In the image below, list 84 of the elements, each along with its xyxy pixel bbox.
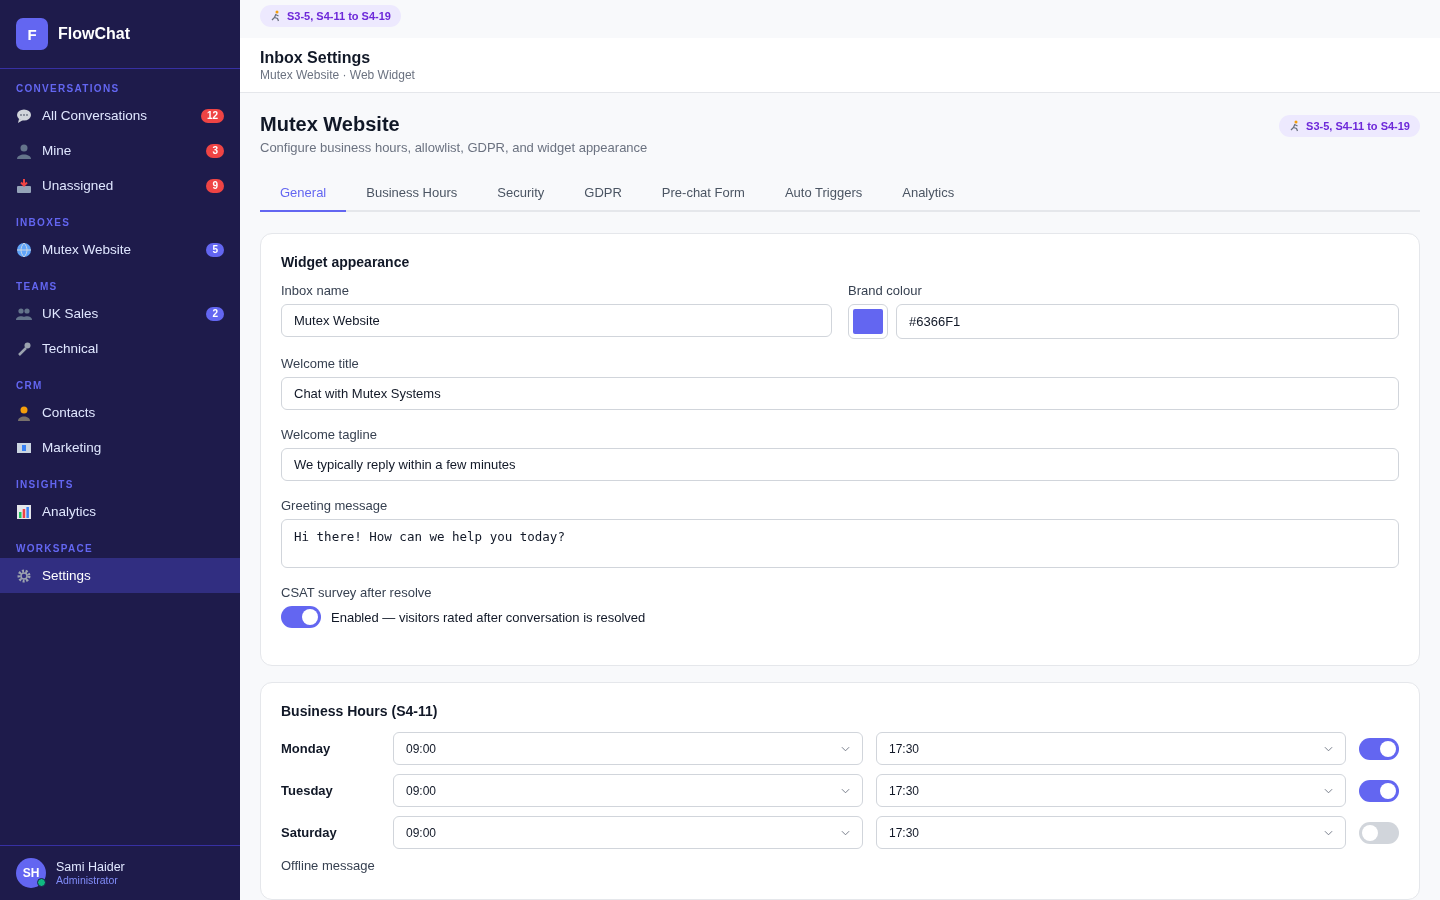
user-role: Administrator (56, 874, 119, 886)
field-label: Welcome tagline (281, 427, 378, 442)
input-field[interactable]: #6366F1 (896, 304, 1399, 339)
wrench-icon (16, 340, 32, 357)
time-select[interactable]: 09:00 (393, 816, 863, 849)
section-heading: WORKSPACE (15, 542, 95, 556)
section-heading: CONVERSATIONS (15, 82, 121, 96)
tab[interactable]: Auto Triggers (764, 173, 883, 212)
input-field[interactable]: Mutex Website (281, 304, 832, 337)
tab[interactable]: Security (477, 173, 565, 212)
count-badge: 3 (206, 143, 224, 158)
tab[interactable]: GDPR (564, 173, 642, 212)
page-title: Mutex Website (260, 113, 401, 136)
toggle-switch[interactable] (281, 606, 321, 628)
badge-text: S3-5, S4-11 to S4-19 (287, 10, 391, 22)
sidebar-item[interactable]: Analytics (0, 494, 240, 529)
inbox-icon (16, 177, 32, 194)
field-label: Greeting message (281, 498, 389, 513)
header-subtitle: Mutex Website · Web Widget (260, 68, 416, 82)
settings-icon (16, 567, 32, 584)
time-select[interactable]: 17:30 (876, 774, 1346, 807)
time-select[interactable]: 09:00 (393, 732, 863, 765)
field-label: Brand colour (848, 283, 923, 298)
card-title: Widget appearance (281, 254, 411, 270)
day-label: Tuesday (281, 783, 334, 798)
app-name: FlowChat (58, 25, 130, 43)
section-heading: CRM (15, 379, 44, 393)
sidebar-item[interactable]: All Conversations 12 (0, 98, 240, 133)
color-picker[interactable] (848, 304, 888, 339)
tab[interactable]: Business Hours (346, 173, 478, 212)
sidebar-item[interactable]: Contacts (0, 395, 240, 430)
toggle-switch[interactable] (1359, 737, 1399, 760)
toggle-description: Enabled — visitors rated after conversation is resolved (331, 609, 646, 625)
user-name: Sami Haider (56, 860, 125, 874)
toggle-switch[interactable] (1359, 779, 1399, 802)
field-label: Welcome title (281, 356, 360, 371)
chevron-down-icon (841, 745, 850, 752)
field-label: Inbox name (281, 283, 350, 298)
section-heading: INSIGHTS (15, 478, 75, 492)
count-badge: 2 (206, 306, 224, 321)
count-badge: 5 (206, 242, 224, 257)
runner-icon (270, 10, 282, 22)
chevron-down-icon (841, 829, 850, 836)
globe-icon (16, 241, 32, 258)
page-description: Configure business hours, allowlist, GDPR, and widget appearance (260, 140, 648, 155)
tab[interactable]: General (260, 173, 347, 212)
sidebar-item[interactable]: Mine 3 (0, 133, 240, 168)
user-avatar: SH (16, 858, 46, 888)
count-badge: 9 (206, 178, 224, 193)
sidebar-item[interactable]: Mutex Website 5 (0, 232, 240, 267)
sidebar-item[interactable]: Settings (0, 558, 240, 593)
chevron-down-icon (1324, 787, 1333, 794)
time-select[interactable]: 17:30 (876, 816, 1346, 849)
input-field[interactable]: Chat with Mutex Systems (281, 377, 1399, 410)
card-title: Business Hours (S4-11) (281, 703, 439, 719)
section-heading: INBOXES (15, 216, 72, 230)
section-heading: TEAMS (15, 280, 59, 294)
day-label: Saturday (281, 825, 338, 840)
text-area[interactable]: Hi there! How can we help you today? (281, 519, 1399, 568)
field-label: CSAT survey after resolve (281, 585, 433, 600)
person-icon (16, 142, 32, 159)
sidebar-item[interactable]: Technical (0, 331, 240, 366)
chart-icon (16, 503, 32, 520)
time-select[interactable]: 09:00 (393, 774, 863, 807)
chevron-down-icon (841, 787, 850, 794)
badge-text: S3-5, S4-11 to S4-19 (1306, 120, 1410, 132)
tab[interactable]: Analytics (882, 173, 975, 212)
contact-icon (16, 404, 32, 421)
header-title: Inbox Settings (260, 49, 372, 67)
toggle-switch[interactable] (1359, 821, 1399, 844)
sidebar-item[interactable]: Unassigned 9 (0, 168, 240, 203)
chat-icon (16, 107, 32, 124)
tab[interactable]: Pre-chat Form (641, 173, 765, 212)
sidebar-item[interactable]: Marketing (0, 430, 240, 465)
field-label: Offline message (281, 858, 376, 873)
day-label: Monday (281, 741, 332, 756)
app-logo: F (16, 18, 48, 50)
people-icon (16, 305, 32, 322)
time-select[interactable]: 17:30 (876, 732, 1346, 765)
count-badge: 12 (200, 108, 224, 123)
chevron-down-icon (1324, 829, 1333, 836)
chevron-down-icon (1324, 745, 1333, 752)
sidebar-item[interactable]: UK Sales 2 (0, 296, 240, 331)
input-field[interactable]: We typically reply within a few minutes (281, 448, 1399, 481)
